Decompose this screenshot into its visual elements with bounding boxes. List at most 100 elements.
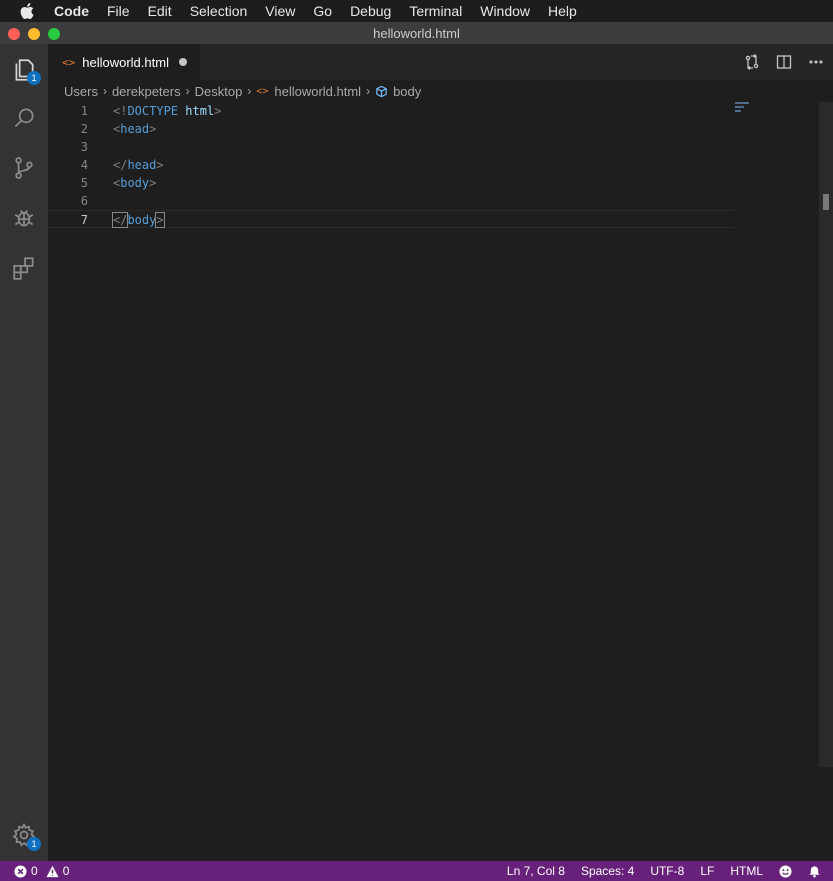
code-punctuation: > (155, 212, 165, 228)
code-line-current[interactable]: 7 </body> (48, 210, 734, 228)
debug-button[interactable] (0, 194, 48, 242)
menu-file[interactable]: File (98, 0, 139, 22)
cursor-position[interactable]: Ln 7, Col 8 (507, 864, 565, 878)
warning-icon (46, 865, 59, 878)
debug-icon (14, 209, 34, 227)
activity-bar: 1 1 (0, 44, 48, 861)
status-bar-right: Ln 7, Col 8 Spaces: 4 UTF-8 LF HTML (507, 864, 833, 878)
code-punctuation: > (149, 122, 157, 136)
extensions-button[interactable] (0, 244, 48, 292)
line-number: 4 (80, 158, 88, 172)
tab-helloworld-html[interactable]: <> helloworld.html (48, 44, 200, 80)
minimap[interactable] (735, 102, 785, 122)
code-line[interactable]: 5 <body> (48, 174, 734, 192)
breadcrumb-helloworld-html[interactable]: helloworld.html (274, 84, 361, 99)
menu-go[interactable]: Go (304, 0, 341, 22)
code-line[interactable]: 1 <!DOCTYPE html> (48, 102, 734, 120)
source-control-icon (15, 157, 33, 179)
window-titlebar[interactable]: helloworld.html (0, 22, 833, 44)
close-window-button[interactable] (8, 28, 20, 40)
chevron-right-icon: › (102, 84, 107, 98)
notifications-bell-icon[interactable] (808, 865, 821, 878)
line-number: 3 (80, 140, 88, 154)
menu-edit[interactable]: Edit (139, 0, 181, 22)
code-tag: body (127, 213, 157, 227)
code-punctuation: <! (113, 104, 128, 118)
tab-label: helloworld.html (82, 54, 169, 70)
line-number: 1 (80, 104, 88, 118)
open-changes-button[interactable] (743, 53, 761, 71)
search-button[interactable] (0, 94, 48, 142)
unsaved-dot-icon[interactable] (178, 58, 187, 66)
breadcrumb-desktop[interactable]: Desktop (195, 84, 243, 99)
explorer-badge: 1 (27, 71, 41, 85)
vertical-scrollbar[interactable] (819, 102, 833, 767)
settings-badge: 1 (27, 837, 41, 851)
symbol-element-icon (375, 85, 388, 98)
problems-indicator[interactable]: 0 0 (0, 864, 69, 878)
code-line[interactable]: 2 <head> (48, 120, 734, 138)
code-line[interactable]: 4 </head> (48, 156, 734, 174)
eol-setting[interactable]: LF (700, 864, 714, 878)
split-editor-button[interactable] (775, 53, 793, 71)
compare-changes-icon (745, 54, 759, 70)
apple-menu-icon[interactable] (0, 3, 54, 19)
html-file-icon: <> (62, 55, 76, 69)
line-number: 5 (80, 176, 88, 190)
traffic-lights (8, 28, 60, 40)
window-title: helloworld.html (373, 25, 460, 41)
code-punctuation: </ (113, 158, 128, 172)
error-count: 0 (31, 864, 38, 878)
menu-app-code[interactable]: Code (54, 0, 98, 22)
breadcrumb: Users › derekpeters › Desktop › <> hello… (48, 80, 833, 102)
chevron-right-icon: › (366, 84, 371, 98)
feedback-smiley-icon[interactable] (779, 864, 792, 878)
menu-view[interactable]: View (256, 0, 304, 22)
code-punctuation: > (156, 158, 164, 172)
code-tag: head (120, 122, 150, 136)
code-tag: head (127, 158, 157, 172)
code-editor[interactable]: 1 <!DOCTYPE html> 2 <head> 3 4 </head> 5… (48, 102, 833, 861)
manage-settings-button[interactable]: 1 (0, 811, 48, 859)
code-punctuation: </ (111, 212, 129, 228)
breadcrumb-derekpeters[interactable]: derekpeters (112, 84, 181, 99)
code-line[interactable]: 6 (48, 192, 734, 210)
indentation-setting[interactable]: Spaces: 4 (581, 864, 634, 878)
more-actions-button[interactable] (807, 53, 825, 71)
code-line[interactable]: 3 (48, 138, 734, 156)
macos-menubar: Code File Edit Selection View Go Debug T… (0, 0, 833, 22)
menu-terminal[interactable]: Terminal (400, 0, 471, 22)
menu-window[interactable]: Window (471, 0, 539, 22)
code-text: <!DOCTYPE html> (113, 102, 221, 120)
language-mode[interactable]: HTML (730, 864, 763, 878)
editor-tab-bar: <> helloworld.html (48, 44, 833, 80)
error-icon (14, 864, 27, 878)
chevron-right-icon: › (247, 84, 252, 98)
status-bar: 0 0 Ln 7, Col 8 Spaces: 4 UTF-8 LF HTML (0, 861, 833, 881)
minimize-window-button[interactable] (28, 28, 40, 40)
maximize-window-button[interactable] (48, 28, 60, 40)
code-keyword: DOCTYPE (127, 104, 179, 118)
explorer-button[interactable]: 1 (0, 46, 48, 94)
menu-selection[interactable]: Selection (181, 0, 257, 22)
source-control-button[interactable] (0, 144, 48, 192)
editor-actions (743, 44, 825, 80)
ellipsis-icon (809, 60, 823, 64)
code-text: </head> (113, 156, 164, 174)
scrollbar-thumb[interactable] (823, 194, 829, 210)
encoding-setting[interactable]: UTF-8 (650, 864, 684, 878)
line-number: 7 (80, 213, 88, 227)
menu-help[interactable]: Help (539, 0, 586, 22)
breadcrumb-body[interactable]: body (393, 84, 421, 99)
warning-count: 0 (62, 864, 70, 878)
code-punctuation: > (214, 104, 222, 118)
html-file-icon: <> (256, 85, 269, 97)
menu-debug[interactable]: Debug (341, 0, 400, 22)
code-text: <body> (113, 174, 156, 192)
line-number: 6 (80, 194, 88, 208)
code-text: </body> (111, 211, 165, 229)
search-icon (14, 108, 34, 128)
code-attribute: html (178, 104, 215, 118)
breadcrumb-users[interactable]: Users (64, 84, 98, 99)
split-editor-icon (776, 55, 792, 69)
